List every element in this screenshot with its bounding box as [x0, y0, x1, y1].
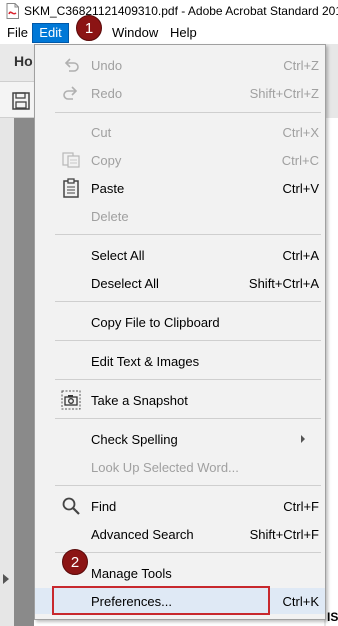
copy-file-to-clipboard-label: Copy File to Clipboard: [91, 315, 220, 330]
menu-item-take-snapshot[interactable]: Take a Snapshot: [35, 387, 325, 413]
menu-item-cut[interactable]: Cut Ctrl+X: [35, 119, 325, 145]
edit-text-images-label: Edit Text & Images: [91, 354, 200, 369]
expand-pane-arrow-icon[interactable]: [3, 574, 9, 584]
menu-item-select-all[interactable]: Select All Ctrl+A: [35, 242, 325, 268]
navigation-pane: [0, 118, 14, 626]
deselect-all-label: Deselect All: [91, 276, 159, 291]
menu-edit[interactable]: Edit: [32, 23, 69, 43]
menu-help[interactable]: Help: [167, 24, 200, 42]
submenu-arrow-icon: [301, 435, 305, 443]
delete-label: Delete: [91, 209, 129, 224]
menu-file[interactable]: File: [4, 24, 31, 42]
document-page: [326, 118, 338, 626]
menu-window[interactable]: Window: [109, 24, 161, 42]
look-up-word-label: Look Up Selected Word...: [91, 460, 239, 475]
menu-item-advanced-search[interactable]: Advanced Search Shift+Ctrl+F: [35, 521, 325, 547]
undo-shortcut: Ctrl+Z: [283, 58, 319, 73]
menu-separator: [55, 418, 321, 419]
home-tab[interactable]: Ho: [14, 53, 33, 69]
menu-item-redo[interactable]: Redo Shift+Ctrl+Z: [35, 80, 325, 106]
menu-item-copy[interactable]: Copy Ctrl+C: [35, 147, 325, 173]
select-all-shortcut: Ctrl+A: [282, 248, 319, 263]
menu-bar: File Edit Window Help: [0, 22, 338, 43]
search-icon: [62, 497, 80, 515]
take-snapshot-label: Take a Snapshot: [91, 393, 188, 408]
menu-item-delete[interactable]: Delete: [35, 203, 325, 229]
menu-separator: [55, 340, 321, 341]
menu-item-find[interactable]: Find Ctrl+F: [35, 493, 325, 519]
step-1-badge: 1: [76, 15, 102, 41]
advanced-search-label: Advanced Search: [91, 527, 194, 542]
advanced-search-shortcut: Shift+Ctrl+F: [249, 527, 319, 542]
find-shortcut: Ctrl+F: [283, 499, 319, 514]
document-text: IS: [327, 610, 338, 624]
menu-separator: [55, 112, 321, 113]
menu-separator: [55, 379, 321, 380]
menu-item-undo[interactable]: Undo Ctrl+Z: [35, 52, 325, 78]
menu-item-paste[interactable]: Paste Ctrl+V: [35, 175, 325, 201]
menu-separator: [55, 234, 321, 235]
undo-label: Undo: [91, 58, 123, 73]
pdf-file-icon: [6, 3, 19, 19]
preferences-callout-box: [52, 586, 270, 615]
camera-snapshot-icon: [61, 390, 81, 410]
menu-item-look-up-word[interactable]: Look Up Selected Word...: [35, 454, 325, 480]
paste-label: Paste: [91, 181, 125, 196]
title-bar: SKM_C36821121409310.pdf - Adobe Acrobat …: [0, 0, 338, 22]
menu-item-edit-text-images[interactable]: Edit Text & Images: [35, 348, 325, 374]
redo-shortcut: Shift+Ctrl+Z: [249, 86, 319, 101]
redo-icon: [63, 86, 78, 100]
find-label: Find: [91, 499, 117, 514]
copy-shortcut: Ctrl+C: [281, 153, 319, 168]
save-icon[interactable]: [12, 92, 30, 110]
cut-shortcut: Ctrl+X: [282, 125, 319, 140]
paste-shortcut: Ctrl+V: [282, 181, 319, 196]
select-all-label: Select All: [91, 248, 145, 263]
document-background: [14, 118, 34, 626]
copy-label: Copy: [91, 153, 122, 168]
redo-label: Redo: [91, 86, 123, 101]
menu-separator: [55, 485, 321, 486]
window-title: SKM_C36821121409310.pdf - Adobe Acrobat …: [24, 4, 338, 18]
cut-label: Cut: [91, 125, 112, 140]
check-spelling-label: Check Spelling: [91, 432, 178, 447]
edit-menu-dropdown: Undo Ctrl+Z Redo Shift+Ctrl+Z Cut Ctrl+X…: [34, 44, 326, 620]
menu-separator: [55, 552, 321, 553]
paste-icon: [63, 178, 79, 198]
menu-item-deselect-all[interactable]: Deselect All Shift+Ctrl+A: [35, 270, 325, 296]
menu-item-copy-file-to-clipboard[interactable]: Copy File to Clipboard: [35, 309, 325, 335]
menu-item-check-spelling[interactable]: Check Spelling: [35, 426, 325, 452]
manage-tools-label: Manage Tools: [91, 566, 172, 581]
menu-separator: [55, 301, 321, 302]
preferences-shortcut: Ctrl+K: [282, 594, 319, 609]
step-2-badge: 2: [62, 549, 88, 575]
copy-icon: [62, 152, 80, 168]
deselect-all-shortcut: Shift+Ctrl+A: [248, 276, 319, 291]
undo-icon: [64, 58, 79, 72]
